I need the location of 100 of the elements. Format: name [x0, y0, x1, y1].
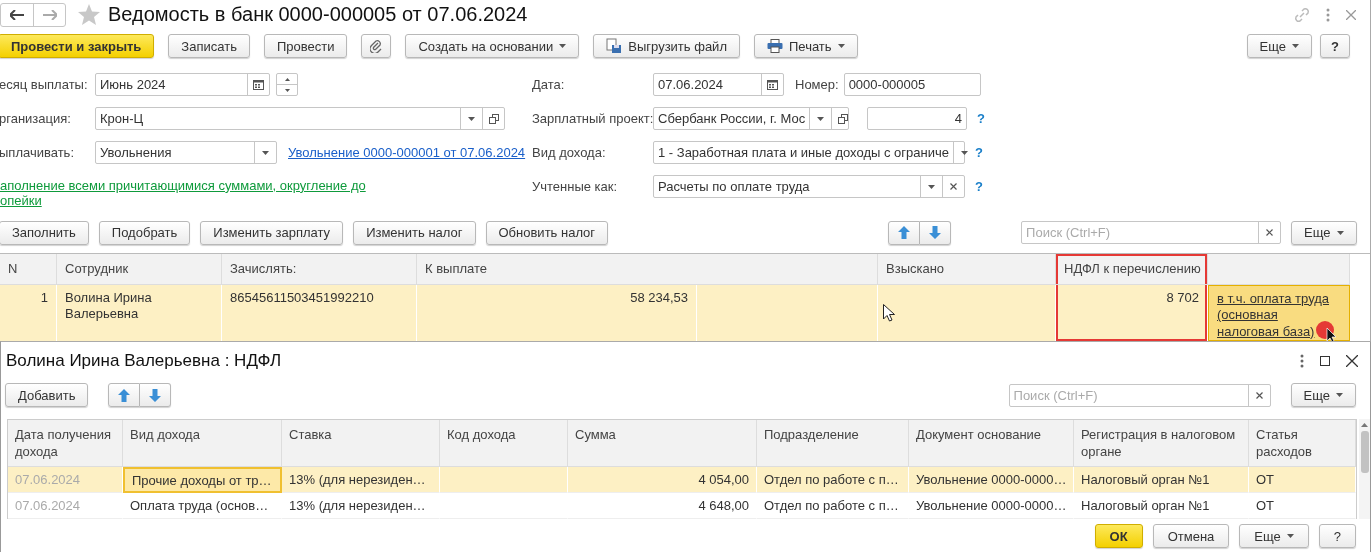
table-cell: Отдел по работе с п…: [757, 493, 909, 519]
help-button[interactable]: ?: [1320, 34, 1350, 59]
column-header[interactable]: Подразделение: [757, 420, 909, 467]
dialog-title: Волина Ирина Валерьевна : НДФЛ: [6, 350, 283, 371]
table-button[interactable]: Подобрать: [98, 220, 191, 245]
input-field[interactable]: 4: [867, 107, 967, 131]
column-header[interactable]: Регистрация в налоговом органе: [1074, 420, 1249, 467]
arrow-left-icon: [10, 9, 24, 20]
table-button[interactable]: Изменить зарплату: [200, 220, 344, 245]
column-header[interactable]: Документ основание: [909, 420, 1074, 467]
open-form-icon: [837, 113, 848, 124]
field-label: Вид дохода:: [532, 145, 607, 161]
star-icon[interactable]: [78, 4, 100, 25]
table-cell: Волина Ирина Валерьевна: [57, 284, 222, 341]
column-header[interactable]: N: [0, 253, 57, 285]
move-up-button[interactable]: [888, 220, 921, 245]
arrow-up-icon: [898, 226, 911, 240]
more-icon[interactable]: [1326, 7, 1330, 22]
table-cell: ОТ: [1249, 467, 1356, 493]
mouse-pointer-icon: [883, 303, 895, 322]
caret-icon: [960, 150, 968, 155]
more-button[interactable]: Еще: [1291, 220, 1357, 245]
more-button[interactable]: Еще: [1239, 524, 1309, 548]
table-cell: Оплата труда (основ…: [123, 493, 282, 519]
column-header[interactable]: Зачислять:: [222, 253, 417, 285]
input-field[interactable]: Сбербанк России, г. Мос: [653, 107, 849, 131]
more-icon[interactable]: [1300, 353, 1304, 368]
table-cell: 07.06.2024: [8, 467, 123, 493]
column-header[interactable]: Статья расходов: [1249, 420, 1356, 467]
create-based-on-button[interactable]: Создать на основании: [405, 34, 580, 59]
scrollbar[interactable]: [1359, 419, 1370, 519]
fill-mode-link[interactable]: опейки: [0, 192, 42, 208]
move-down-button[interactable]: [920, 220, 952, 245]
caret-icon: [1336, 230, 1344, 235]
table-cell: Увольнение 0000-0000…: [909, 467, 1074, 493]
caret-icon: [468, 116, 475, 121]
arrow-down-icon: [929, 226, 942, 240]
attach-button[interactable]: [361, 34, 392, 59]
input-field[interactable]: 1 - Заработная плата и иные доходы с ограниче: [653, 141, 965, 165]
clear-icon: [1266, 229, 1274, 237]
table-cell: Налоговый орган №1: [1074, 467, 1249, 493]
arrow-right-icon: [42, 9, 57, 20]
caret-icon: [1292, 44, 1300, 49]
fill-mode-link[interactable]: аполнение всеми причитающимися суммами, округление до: [0, 177, 366, 193]
field-label: Номер:: [795, 77, 839, 93]
input-field[interactable]: Крон-Ц: [95, 107, 505, 131]
input-field[interactable]: 07.06.2024: [653, 73, 784, 97]
arrow-down-icon: [149, 388, 162, 402]
document-link[interactable]: Увольнение 0000-000001 от 07.06.2024: [288, 145, 526, 161]
move-up-button[interactable]: [108, 383, 141, 407]
column-header[interactable]: Вид дохода: [123, 420, 282, 467]
input-field[interactable]: Июнь 2024: [95, 73, 270, 97]
caret-icon: [817, 116, 825, 121]
column-header[interactable]: К выплате: [417, 253, 878, 285]
table-cell: 86545611503451992210: [222, 284, 417, 341]
more-button[interactable]: Еще: [1246, 34, 1313, 59]
help-link[interactable]: ?: [975, 179, 983, 195]
table-cell: Отдел по работе с п…: [757, 467, 909, 493]
input-field[interactable]: Увольнения: [95, 141, 277, 165]
spin-control[interactable]: [276, 73, 298, 97]
column-header[interactable]: Взыскано: [878, 253, 1056, 285]
move-down-button[interactable]: [140, 383, 172, 407]
export-file-icon: [606, 38, 623, 55]
more-button[interactable]: Еще: [1290, 383, 1356, 407]
help-link[interactable]: ?: [975, 145, 983, 161]
table-button[interactable]: Обновить налог: [485, 220, 609, 245]
ok-button[interactable]: ОК: [1094, 524, 1143, 548]
print-button[interactable]: Печать: [754, 34, 858, 59]
caret-icon: [928, 184, 935, 189]
maximize-icon[interactable]: [1320, 355, 1330, 366]
column-header[interactable]: Код дохода: [440, 420, 568, 467]
toolbar-button[interactable]: Провести: [263, 34, 348, 59]
add-button[interactable]: Добавить: [5, 383, 89, 407]
field-label: Зарплатный проект:: [532, 111, 653, 127]
field-label: Учтенные как:: [532, 179, 619, 195]
close-icon[interactable]: [1346, 354, 1358, 367]
table-button[interactable]: Изменить налог: [353, 220, 476, 245]
help-link[interactable]: ?: [977, 111, 985, 127]
caret-icon: [262, 150, 269, 155]
table-cell: 58 234,53: [417, 284, 697, 341]
dialog-button[interactable]: Отмена: [1152, 524, 1230, 548]
calendar-icon: [253, 79, 264, 91]
table-button[interactable]: Заполнить: [0, 220, 89, 245]
column-header[interactable]: НДФЛ к перечислению: [1056, 253, 1208, 285]
spin-down-icon: [284, 88, 290, 92]
toolbar-button[interactable]: Записать: [168, 34, 250, 59]
table-cell: Увольнение 0000-0000…: [909, 493, 1074, 519]
input-field[interactable]: 0000-000005: [843, 73, 981, 97]
clear-icon: [950, 183, 957, 191]
column-header[interactable]: Ставка: [282, 420, 440, 467]
dialog-button[interactable]: ?: [1318, 524, 1356, 548]
input-field[interactable]: Расчеты по оплате труда: [653, 175, 965, 199]
link-icon[interactable]: [1294, 6, 1310, 23]
spin-up-icon: [284, 77, 290, 81]
column-header[interactable]: Сумма: [568, 420, 757, 467]
export-file-button[interactable]: Выгрузить файл: [593, 34, 740, 59]
column-header[interactable]: Сотрудник: [57, 253, 222, 285]
calendar-icon: [767, 79, 778, 91]
post-and-close-button[interactable]: Провести и закрыть: [0, 34, 155, 59]
field-label: есяц выплаты:: [0, 77, 89, 93]
